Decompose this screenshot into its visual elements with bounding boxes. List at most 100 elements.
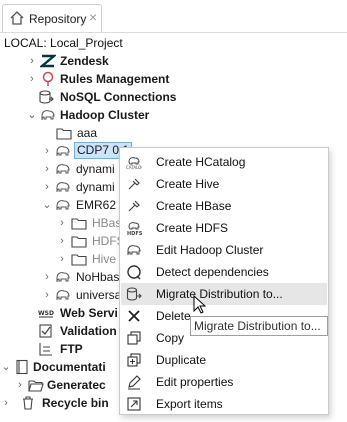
menu-item-export-items[interactable]: Export items: [121, 393, 327, 415]
tree-label: dynami: [76, 162, 115, 176]
hdfs-icon: HDFS: [127, 222, 142, 236]
elephant-icon: [41, 110, 55, 121]
chevron-down-icon[interactable]: ⌄: [0, 360, 12, 374]
book-icon: [16, 359, 28, 375]
folder-icon: [71, 236, 87, 248]
chevron-down-icon[interactable]: ⌄: [41, 198, 53, 212]
menu-item-duplicate[interactable]: Duplicate: [121, 349, 327, 371]
svg-text:CATALOG: CATALOG: [126, 165, 142, 170]
tree-label: Documentati: [33, 360, 106, 374]
folder-icon: [56, 128, 72, 140]
chevron-right-icon[interactable]: ›: [41, 162, 53, 176]
elephant-icon: [56, 146, 70, 157]
folder-icon: [71, 254, 87, 266]
tooltip: Migrate Distribution to...: [190, 316, 328, 336]
detect-icon: [127, 265, 141, 280]
chevron-right-icon[interactable]: ›: [14, 378, 26, 392]
tree-label: Hive: [92, 252, 117, 266]
context-menu: CATALOG Create HCatalog Create Hive Crea…: [119, 147, 329, 415]
hive-icon: [128, 178, 140, 190]
duplicate-icon: [127, 353, 141, 367]
tree-label: Zendesk: [60, 54, 109, 68]
folder-icon: [71, 218, 87, 230]
tab-repository[interactable]: Repository ×: [2, 4, 102, 32]
menu-item-label: Edit properties: [156, 375, 234, 389]
rules-icon: [42, 71, 54, 86]
svg-text:WSDL: WSDL: [38, 310, 54, 317]
tab-bar: Repository ×: [0, 0, 347, 33]
export-icon: [127, 397, 141, 411]
folder-open-icon: [28, 380, 44, 392]
tree-item-hadoop-cluster[interactable]: ⌄ Hadoop Cluster: [0, 106, 347, 124]
home-icon: [10, 11, 24, 25]
tree-item-aaa[interactable]: aaa: [0, 124, 347, 142]
edit-icon: [128, 375, 141, 390]
chevron-right-icon[interactable]: ›: [56, 234, 68, 248]
elephant-icon: [56, 290, 70, 301]
tree-label: NoSQL Connections: [60, 90, 177, 104]
menu-item-migrate-distribution[interactable]: Migrate Distribution to...: [121, 283, 327, 305]
menu-item-create-hbase[interactable]: Create HBase: [121, 195, 327, 217]
repository-view: Repository × LOCAL: Local_Project › Zend…: [0, 0, 347, 422]
tree-item-rules-management[interactable]: › Rules Management: [0, 70, 347, 88]
menu-item-edit-hadoop-cluster[interactable]: Edit Hadoop Cluster: [121, 239, 327, 261]
menu-item-create-hdfs[interactable]: HDFS Create HDFS: [121, 217, 327, 239]
menu-item-label: Create HDFS: [156, 221, 229, 235]
tree-label: Validation: [60, 324, 117, 338]
elephant-icon: [56, 164, 70, 175]
hcatalog-icon: CATALOG: [126, 157, 142, 170]
tree-label: FTP: [60, 342, 83, 356]
tree-label: HBas: [92, 216, 122, 230]
chevron-right-icon[interactable]: ›: [26, 54, 38, 68]
menu-item-create-hive[interactable]: Create Hive: [121, 173, 327, 195]
project-label: LOCAL: Local_Project: [4, 36, 123, 50]
copy-icon: [127, 331, 141, 345]
elephant-icon: [56, 182, 70, 193]
tree-label: Hadoop Cluster: [60, 108, 150, 122]
chevron-right-icon[interactable]: ›: [56, 252, 68, 266]
menu-item-label: Copy: [156, 331, 185, 345]
svg-text:HDFS: HDFS: [127, 231, 142, 236]
chevron-down-icon[interactable]: ⌄: [26, 108, 38, 122]
menu-item-detect-dependencies[interactable]: Detect dependencies: [121, 261, 327, 283]
tree-label: aaa: [77, 126, 98, 140]
chevron-right-icon[interactable]: ›: [41, 144, 53, 158]
trash-icon: [23, 396, 33, 410]
migrate-icon: [126, 287, 142, 301]
mouse-cursor-icon: [193, 295, 207, 314]
menu-item-label: Create Hive: [156, 177, 220, 191]
elephant-icon: [56, 200, 70, 211]
menu-item-create-hcatalog[interactable]: CATALOG Create HCatalog: [121, 151, 327, 173]
hbase-icon: [128, 200, 140, 212]
menu-item-edit-properties[interactable]: Edit properties: [121, 371, 327, 393]
validation-icon: [39, 324, 52, 338]
tree-item-nosql-connections[interactable]: NoSQL Connections: [0, 88, 347, 106]
close-icon[interactable]: ×: [89, 10, 97, 24]
tree-label: NoHbas: [76, 270, 120, 284]
chevron-right-icon[interactable]: ›: [56, 216, 68, 230]
delete-icon: [128, 310, 140, 322]
chevron-right-icon[interactable]: ›: [26, 72, 38, 86]
chevron-right-icon[interactable]: ›: [41, 270, 53, 284]
chevron-right-icon[interactable]: ›: [41, 180, 53, 194]
tree-label: Recycle bin: [42, 396, 109, 410]
menu-item-label: Delete: [156, 309, 191, 323]
zendesk-icon: [40, 54, 56, 68]
menu-item-label: Detect dependencies: [156, 265, 269, 279]
database-icon: [39, 90, 54, 104]
elephant-icon: [127, 245, 141, 256]
tree-label: universa: [76, 288, 122, 302]
menu-item-label: Create HBase: [156, 199, 232, 213]
menu-item-label: Edit Hadoop Cluster: [156, 243, 264, 257]
tab-label: Repository: [29, 12, 87, 26]
chevron-right-icon[interactable]: ›: [0, 396, 12, 410]
tree-label: Generatec: [47, 378, 106, 392]
tree-item-zendesk[interactable]: › Zendesk: [0, 52, 347, 70]
menu-item-label: Export items: [156, 397, 223, 411]
tree-label: dynami: [76, 180, 115, 194]
menu-item-label: Duplicate: [156, 353, 207, 367]
chevron-right-icon[interactable]: ›: [41, 288, 53, 302]
tree-label: Rules Management: [60, 72, 170, 86]
ftp-icon: [39, 343, 52, 356]
tree-label: Web Servi: [60, 306, 118, 320]
